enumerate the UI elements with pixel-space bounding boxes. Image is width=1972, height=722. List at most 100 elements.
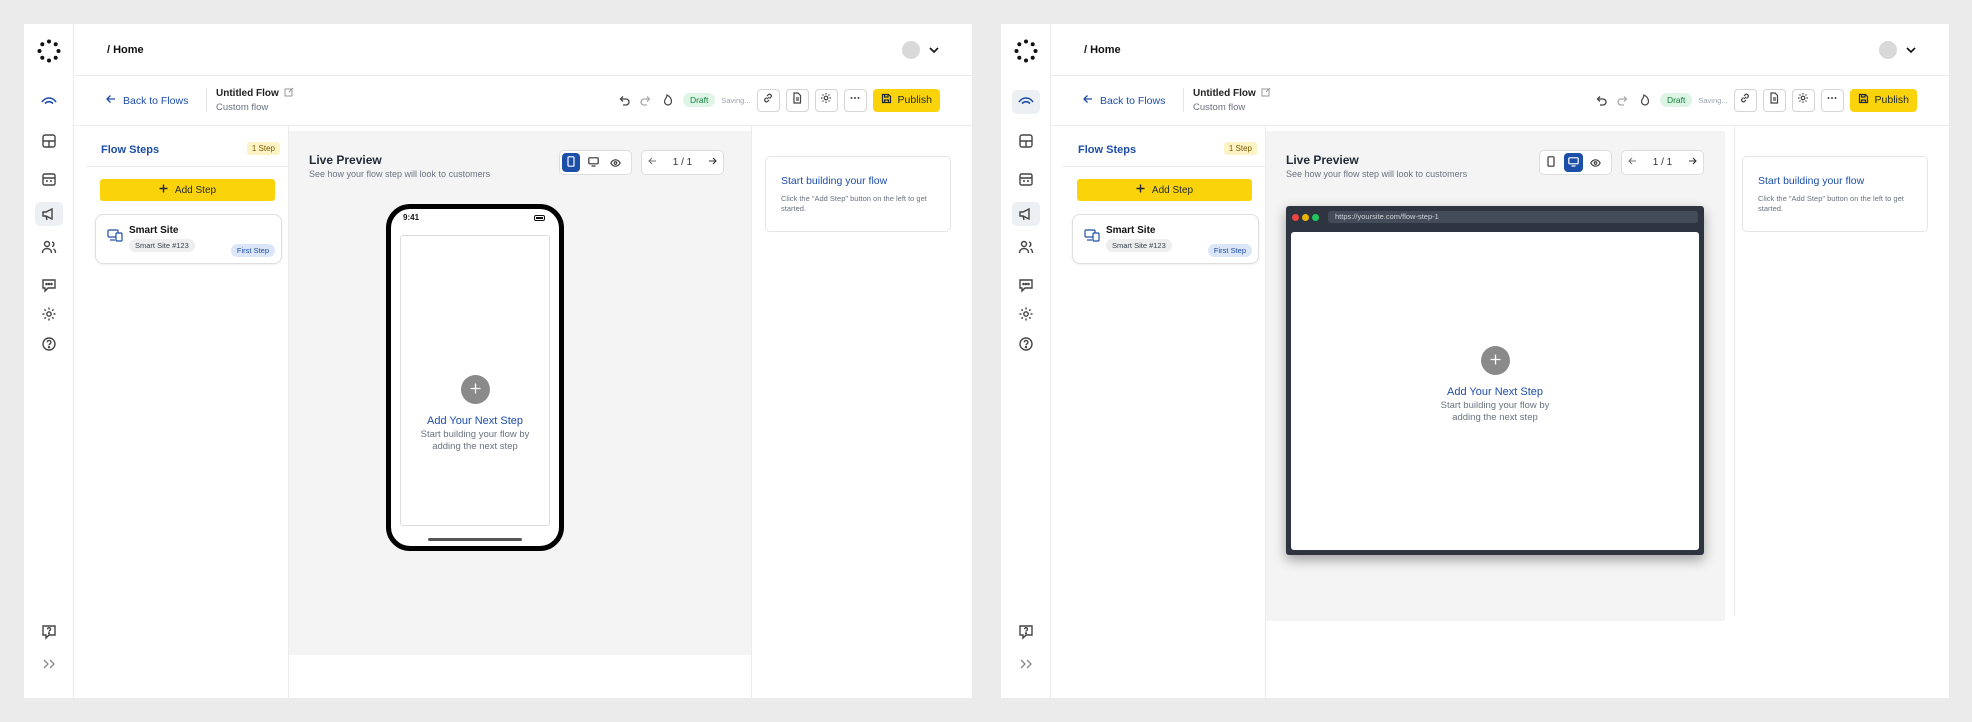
logo-icon[interactable]	[37, 39, 61, 63]
help-icon[interactable]	[1016, 334, 1036, 354]
saving-indicator: Saving...	[721, 95, 751, 105]
breadcrumb[interactable]: / Home	[107, 44, 144, 56]
back-label: Back to Flows	[123, 94, 189, 107]
preview-title: Live Preview	[1286, 153, 1359, 167]
logo-icon[interactable]	[1014, 39, 1038, 63]
layout-icon[interactable]	[39, 131, 59, 151]
megaphone-icon[interactable]	[1012, 202, 1040, 226]
breadcrumb[interactable]: / Home	[1084, 44, 1121, 56]
link-button[interactable]	[1733, 88, 1757, 112]
avatar[interactable]	[902, 41, 920, 59]
chat-icon[interactable]	[39, 275, 59, 295]
plus-icon	[159, 184, 168, 196]
minimize-dot	[1302, 214, 1309, 221]
document-icon	[791, 91, 803, 109]
mobile-view-button[interactable]	[562, 153, 581, 172]
settings-button[interactable]	[814, 88, 838, 112]
empty-title[interactable]: Add Your Next Step	[427, 415, 523, 427]
link-icon	[1739, 91, 1751, 109]
redo-icon[interactable]	[1614, 91, 1632, 109]
help-icon[interactable]	[39, 334, 59, 354]
flow-title-text: Untitled Flow	[1193, 88, 1256, 99]
undo-icon[interactable]	[615, 91, 633, 109]
avatar[interactable]	[1879, 41, 1897, 59]
phone-frame: 9:41 Add Your Next Step Start building y…	[386, 204, 564, 551]
back-to-flows-link[interactable]: Back to Flows	[106, 94, 188, 107]
top-bar: / Home	[74, 24, 972, 76]
fire-icon[interactable]	[659, 91, 677, 109]
add-step-circle-button[interactable]	[460, 375, 490, 404]
eye-icon[interactable]	[1012, 90, 1040, 114]
undo-icon[interactable]	[1592, 91, 1610, 109]
chevron-down-icon[interactable]	[928, 43, 940, 61]
edit-icon[interactable]	[284, 87, 294, 100]
saving-indicator: Saving...	[1698, 95, 1728, 105]
divider	[751, 126, 752, 698]
devices-icon	[1084, 229, 1100, 247]
eye-icon[interactable]	[39, 92, 59, 112]
step-card[interactable]: Smart Site Smart Site #123 First Step	[1072, 214, 1259, 264]
next-page-icon[interactable]	[708, 157, 717, 168]
add-step-circle-button[interactable]	[1480, 346, 1510, 375]
monitor-icon	[588, 154, 599, 172]
more-button[interactable]	[843, 88, 867, 112]
desktop-view-button[interactable]	[1564, 153, 1583, 172]
add-step-button[interactable]: Add Step	[100, 179, 275, 201]
settings-icon[interactable]	[39, 304, 59, 324]
flow-title: Untitled Flow	[216, 87, 294, 100]
page-pager: 1 / 1	[641, 150, 724, 175]
flow-steps-panel: Flow Steps 1 Step Add Step Smart Site Sm…	[1051, 126, 1266, 698]
edit-icon[interactable]	[1261, 87, 1271, 100]
preview-eye-button[interactable]	[1587, 153, 1605, 172]
chat-icon[interactable]	[1016, 275, 1036, 295]
live-preview-area: Live Preview See how your flow step will…	[289, 131, 751, 655]
support-icon[interactable]	[39, 622, 59, 642]
chevron-down-icon[interactable]	[1905, 43, 1917, 61]
step-card[interactable]: Smart Site Smart Site #123 First Step	[95, 214, 282, 264]
prev-page-icon[interactable]	[1628, 157, 1637, 168]
expand-icon[interactable]	[39, 654, 59, 674]
document-button[interactable]	[1762, 88, 1786, 112]
settings-icon[interactable]	[1016, 304, 1036, 324]
back-to-flows-link[interactable]: Back to Flows	[1083, 94, 1165, 107]
users-icon[interactable]	[39, 237, 59, 257]
next-page-icon[interactable]	[1688, 157, 1697, 168]
phone-icon	[1547, 154, 1555, 172]
editor-panel-desktop: / Home Back to Flows Untitled Flow Custo…	[1001, 24, 1949, 698]
link-button[interactable]	[756, 88, 780, 112]
add-step-button[interactable]: Add Step	[1077, 179, 1252, 201]
settings-button[interactable]	[1791, 88, 1815, 112]
page-pager: 1 / 1	[1621, 150, 1704, 175]
prev-page-icon[interactable]	[648, 157, 657, 168]
toolbar: Draft Saving... Publish	[615, 88, 940, 112]
flow-title: Untitled Flow	[1193, 87, 1271, 100]
more-button[interactable]	[1820, 88, 1844, 112]
redo-icon[interactable]	[637, 91, 655, 109]
support-icon[interactable]	[1016, 622, 1036, 642]
expand-icon[interactable]	[1016, 654, 1036, 674]
document-button[interactable]	[785, 88, 809, 112]
more-icon	[1826, 91, 1838, 109]
empty-title[interactable]: Add Your Next Step	[1447, 386, 1543, 398]
preview-eye-button[interactable]	[607, 153, 625, 172]
eye-icon	[1590, 154, 1602, 172]
calendar-icon[interactable]	[39, 169, 59, 189]
calendar-icon[interactable]	[1016, 169, 1036, 189]
sidebar-rail	[1001, 24, 1051, 698]
add-step-label: Add Step	[1151, 184, 1194, 196]
step-name: Smart Site	[129, 225, 179, 236]
mobile-view-button[interactable]	[1542, 153, 1560, 172]
megaphone-icon[interactable]	[35, 202, 63, 226]
fire-icon[interactable]	[1636, 91, 1654, 109]
phone-time: 9:41	[403, 213, 420, 222]
publish-button[interactable]: Publish	[872, 88, 940, 112]
first-step-badge: First Step	[230, 244, 275, 257]
layout-icon[interactable]	[1016, 131, 1036, 151]
publish-button[interactable]: Publish	[1849, 88, 1917, 112]
flow-subtitle: Custom flow	[1193, 102, 1246, 113]
flow-header: Back to Flows Untitled Flow Custom flow …	[1051, 76, 1949, 126]
users-icon[interactable]	[1016, 237, 1036, 257]
preview-subtitle: See how your flow step will look to cust…	[1286, 169, 1468, 179]
save-icon	[881, 93, 892, 107]
desktop-view-button[interactable]	[584, 153, 602, 172]
